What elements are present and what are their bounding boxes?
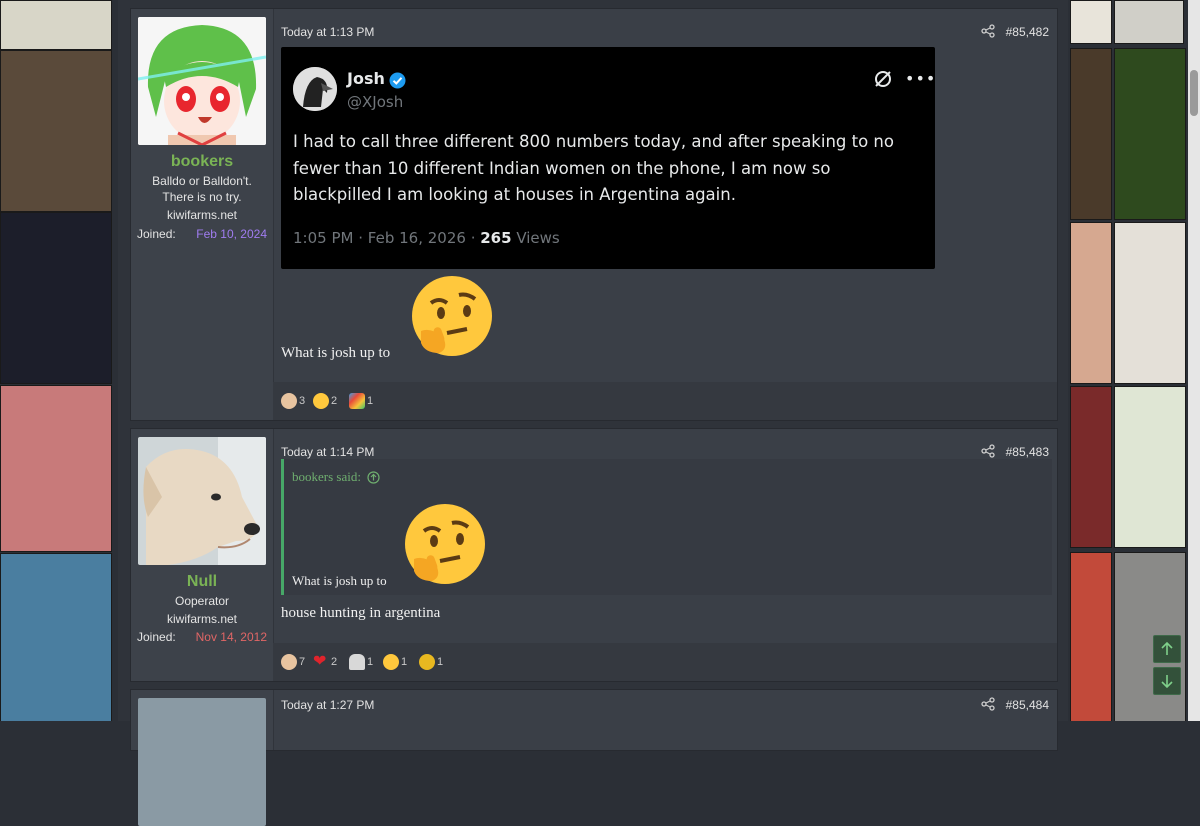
reactions-bar: 7 ❤ 2 1 1 1	[273, 643, 1057, 681]
reaction-count: 1	[367, 395, 374, 407]
background-collage-right	[1068, 0, 1200, 721]
tweet-avatar-image	[293, 67, 337, 111]
heart-icon: ❤	[313, 653, 327, 670]
quote-block: bookers said: What is josh up to	[281, 459, 1052, 595]
arrow-up-circle-icon[interactable]	[367, 470, 380, 484]
avatar-image	[138, 17, 266, 145]
reaction-count: 7	[299, 656, 306, 668]
embedded-tweet[interactable]: Josh @XJosh ••• I had to call three diff…	[281, 47, 935, 269]
laughing-emoji-icon	[281, 654, 297, 670]
reactions-bar: 3 2 1	[273, 382, 1057, 420]
post-body: house hunting in argentina	[281, 605, 441, 621]
quote-text: What is josh up to	[292, 573, 387, 588]
joined-date: Feb 10, 2024	[196, 227, 267, 241]
user-title-line-2: There is no try.	[162, 190, 242, 204]
user-title-line-1: Ooperator	[174, 594, 230, 608]
username[interactable]: Null	[131, 573, 273, 591]
ghost-icon	[349, 654, 365, 670]
medal-icon	[419, 654, 435, 670]
quote-author[interactable]: bookers said:	[292, 469, 361, 485]
tweet-avatar[interactable]	[293, 67, 337, 111]
post-85483: Null Ooperator kiwifarms.net Joined: Nov…	[130, 428, 1058, 682]
reaction-item[interactable]: 1	[419, 653, 443, 671]
reaction-item[interactable]: 1	[383, 653, 407, 671]
scrollbar[interactable]	[1188, 0, 1200, 721]
scroll-to-top-button[interactable]	[1153, 635, 1181, 663]
joined-date: Nov 14, 2012	[195, 630, 267, 644]
tweet-views-label: Views	[516, 229, 560, 247]
reaction-count: 3	[299, 395, 306, 407]
thinking-emoji-icon	[383, 654, 399, 670]
user-info	[131, 690, 274, 826]
joined-label: Joined:	[137, 227, 176, 241]
avatar[interactable]	[138, 437, 266, 565]
user-info: bookers Balldo or Balldon't. There is no…	[131, 9, 274, 420]
username[interactable]: bookers	[131, 153, 273, 171]
tweet-meta: 1:05 PM · Feb 16, 2026 · 265 Views	[293, 229, 560, 247]
scroll-to-bottom-button[interactable]	[1153, 667, 1181, 695]
share-icon[interactable]	[981, 444, 995, 458]
joined-label: Joined:	[137, 630, 176, 644]
tweet-time[interactable]: 1:05 PM	[293, 229, 353, 247]
tweet-text: I had to call three different 800 number…	[293, 132, 894, 204]
tweet-views-count: 265	[480, 229, 512, 247]
thinking-face-emoji	[412, 276, 492, 356]
post-timestamp[interactable]: Today at 1:14 PM	[281, 445, 374, 459]
user-info: Null Ooperator kiwifarms.net Joined: Nov…	[131, 429, 274, 681]
post-85484: Today at 1:27 PM #85,484	[130, 689, 1058, 826]
reaction-count: 1	[367, 656, 374, 668]
tweet-author-name[interactable]: Josh	[347, 69, 385, 88]
reaction-count: 1	[401, 656, 408, 668]
scrollbar-thumb[interactable]	[1190, 70, 1198, 116]
post-timestamp[interactable]: Today at 1:13 PM	[281, 25, 374, 39]
reaction-item[interactable]: 7	[281, 653, 305, 671]
post-number[interactable]: #85,482	[1006, 25, 1049, 39]
thread-container: bookers Balldo or Balldon't. There is no…	[118, 0, 1068, 826]
share-icon[interactable]	[981, 697, 995, 711]
tweet-author-handle[interactable]: @XJosh	[347, 93, 403, 111]
post-number[interactable]: #85,483	[1006, 445, 1049, 459]
reaction-item[interactable]: ❤ 2	[313, 653, 337, 671]
reaction-count: 2	[331, 656, 338, 668]
informative-icon	[349, 393, 365, 409]
meta-separator: ·	[470, 229, 481, 247]
grok-icon[interactable]	[873, 69, 893, 89]
reaction-item[interactable]: 1	[349, 653, 373, 671]
avatar-image	[138, 437, 266, 565]
reaction-count: 1	[437, 656, 444, 668]
reaction-count: 2	[331, 395, 338, 407]
post-timestamp[interactable]: Today at 1:27 PM	[281, 698, 374, 712]
meta-separator: ·	[358, 229, 368, 247]
reaction-item[interactable]: 3	[281, 392, 305, 410]
post-number[interactable]: #85,484	[1006, 698, 1049, 712]
reaction-item[interactable]: 2	[313, 392, 337, 410]
user-site: kiwifarms.net	[166, 612, 237, 626]
share-icon[interactable]	[981, 24, 995, 38]
tweet-date[interactable]: Feb 16, 2026	[368, 229, 466, 247]
background-collage-left	[0, 0, 118, 721]
avatar[interactable]	[138, 698, 266, 826]
thinking-face-emoji	[405, 504, 485, 584]
more-icon[interactable]: •••	[905, 69, 936, 88]
avatar[interactable]	[138, 17, 266, 145]
verified-icon	[389, 72, 406, 89]
user-site: kiwifarms.net	[166, 208, 237, 222]
post-85482: bookers Balldo or Balldon't. There is no…	[130, 8, 1058, 421]
reaction-item[interactable]: 1	[349, 392, 373, 410]
user-title-line-1: Balldo or Balldon't.	[152, 174, 252, 188]
thinking-emoji-icon	[313, 393, 329, 409]
arrow-up-icon	[1161, 641, 1173, 655]
arrow-down-icon	[1161, 675, 1173, 689]
post-body: What is josh up to	[281, 345, 391, 361]
quote-attribution[interactable]: bookers said:	[292, 469, 380, 485]
laughing-emoji-icon	[281, 393, 297, 409]
